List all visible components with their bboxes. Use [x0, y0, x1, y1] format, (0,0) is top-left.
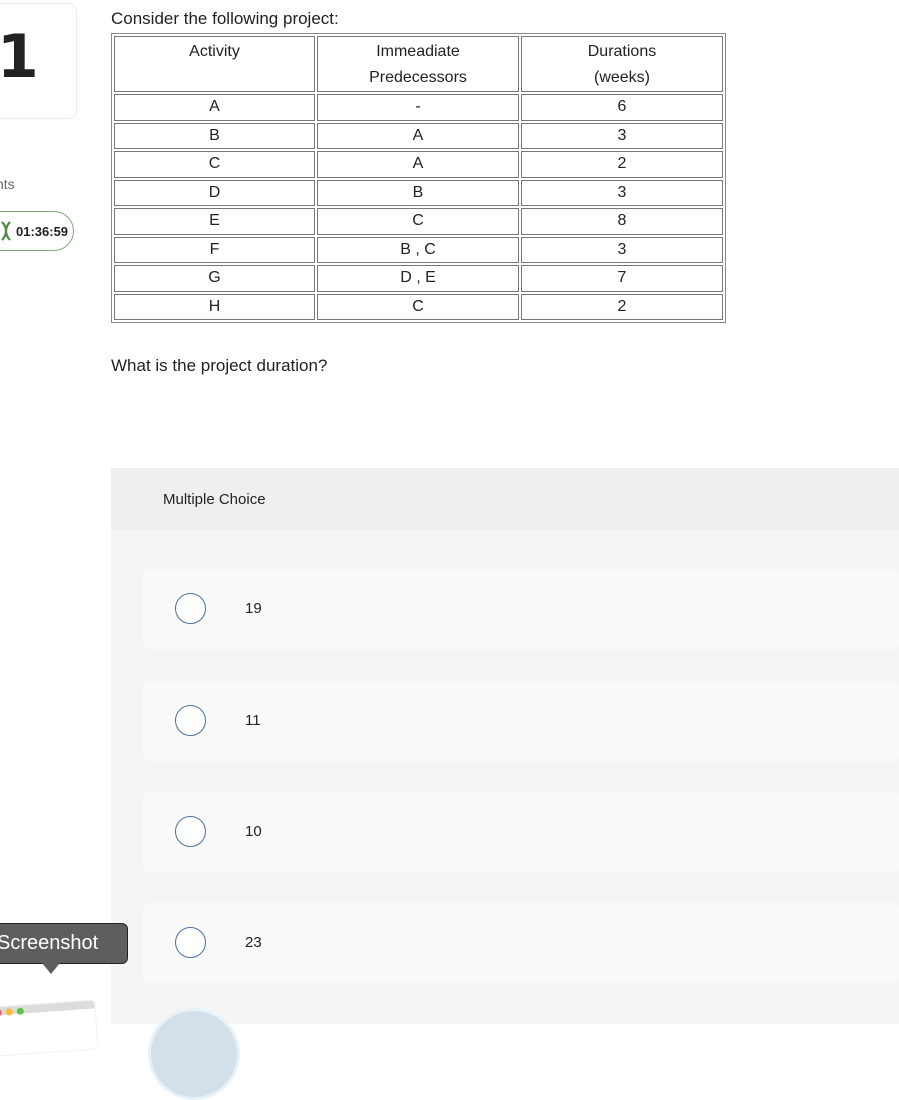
- multiple-choice-panel: Multiple Choice 19 11 10 23: [111, 468, 899, 1024]
- header-text: Durations: [587, 43, 657, 60]
- timer-text: 01:36:59: [16, 224, 69, 239]
- question-prompt: What is the project duration?: [111, 356, 328, 375]
- cell-activity: G: [114, 265, 315, 292]
- table-row: C A 2: [114, 151, 723, 178]
- header-text: Activity: [189, 43, 240, 60]
- cell-predecessors: C: [317, 208, 519, 235]
- table-row: D B 3: [114, 179, 723, 206]
- question-number: 1: [0, 22, 39, 92]
- question-type-label: Multiple Choice: [163, 491, 266, 508]
- question-number-card: 1: [0, 3, 77, 119]
- tooltip-arrow: [42, 963, 60, 974]
- table-row: H C 2: [114, 293, 723, 320]
- table-row: F B , C 3: [114, 236, 723, 263]
- cell-duration: 2: [521, 151, 723, 178]
- cell-predecessors: B: [317, 179, 519, 206]
- header-text: Predecessors: [369, 69, 467, 86]
- header-text: Immeadiate: [376, 43, 460, 60]
- window-close-dot: [0, 1008, 3, 1017]
- cell-activity: F: [114, 236, 315, 263]
- window-minimize-dot: [5, 1008, 14, 1016]
- cell-activity: E: [114, 208, 315, 235]
- answer-option-label: 11: [245, 712, 261, 729]
- cell-activity: D: [114, 179, 315, 206]
- question-intro: Consider the following project:: [111, 9, 339, 28]
- cell-predecessors: A: [317, 151, 519, 178]
- project-table: Activity Immeadiate Predecessors Duratio…: [111, 33, 726, 323]
- radio-button[interactable]: [175, 593, 206, 624]
- cell-predecessors: -: [317, 94, 519, 121]
- answer-option-label: 23: [245, 934, 262, 951]
- cell-predecessors: A: [317, 122, 519, 149]
- cell-activity: C: [114, 151, 315, 178]
- radio-button[interactable]: [175, 927, 206, 958]
- answer-option[interactable]: 10: [143, 792, 899, 872]
- header-text: (weeks): [593, 69, 650, 86]
- answer-option-label: 19: [245, 600, 262, 617]
- table-row: A - 6: [114, 94, 723, 121]
- table-row: G D , E 7: [114, 265, 723, 292]
- cell-activity: B: [114, 122, 315, 149]
- answer-option-label: 10: [245, 823, 262, 840]
- window-maximize-dot: [16, 1007, 25, 1015]
- cell-predecessors: C: [317, 293, 519, 320]
- header-durations: Durations (weeks): [521, 36, 723, 92]
- cell-predecessors: D , E: [317, 265, 519, 292]
- header-activity: Activity: [114, 36, 315, 92]
- answer-option[interactable]: 23: [143, 903, 899, 983]
- cell-duration: 7: [521, 265, 723, 292]
- cell-activity: A: [114, 94, 315, 121]
- table-row: E C 8: [114, 208, 723, 235]
- cell-predecessors: B , C: [317, 236, 519, 263]
- cell-duration: 3: [521, 122, 723, 149]
- floating-action-button[interactable]: [148, 1008, 240, 1100]
- cell-duration: 3: [521, 236, 723, 263]
- table-row: B A 3: [114, 122, 723, 149]
- cell-activity: H: [114, 293, 315, 320]
- radio-button[interactable]: [175, 705, 206, 736]
- cell-duration: 2: [521, 293, 723, 320]
- header-predecessors: Immeadiate Predecessors: [317, 36, 519, 92]
- answer-option[interactable]: 19: [143, 569, 899, 649]
- points-label: nts: [0, 176, 15, 192]
- screenshot-tooltip: Screenshot: [0, 923, 128, 964]
- cell-duration: 3: [521, 179, 723, 206]
- screenshot-window-icon[interactable]: [0, 1000, 98, 1056]
- table-header-row: Activity Immeadiate Predecessors Duratio…: [114, 36, 723, 92]
- timer-badge: 01:36:59: [0, 211, 74, 251]
- answer-option[interactable]: 11: [143, 681, 899, 761]
- cell-duration: 8: [521, 208, 723, 235]
- multiple-choice-header: Multiple Choice: [111, 468, 899, 530]
- hourglass-icon: [1, 221, 11, 241]
- cell-duration: 6: [521, 94, 723, 121]
- radio-button[interactable]: [175, 816, 206, 847]
